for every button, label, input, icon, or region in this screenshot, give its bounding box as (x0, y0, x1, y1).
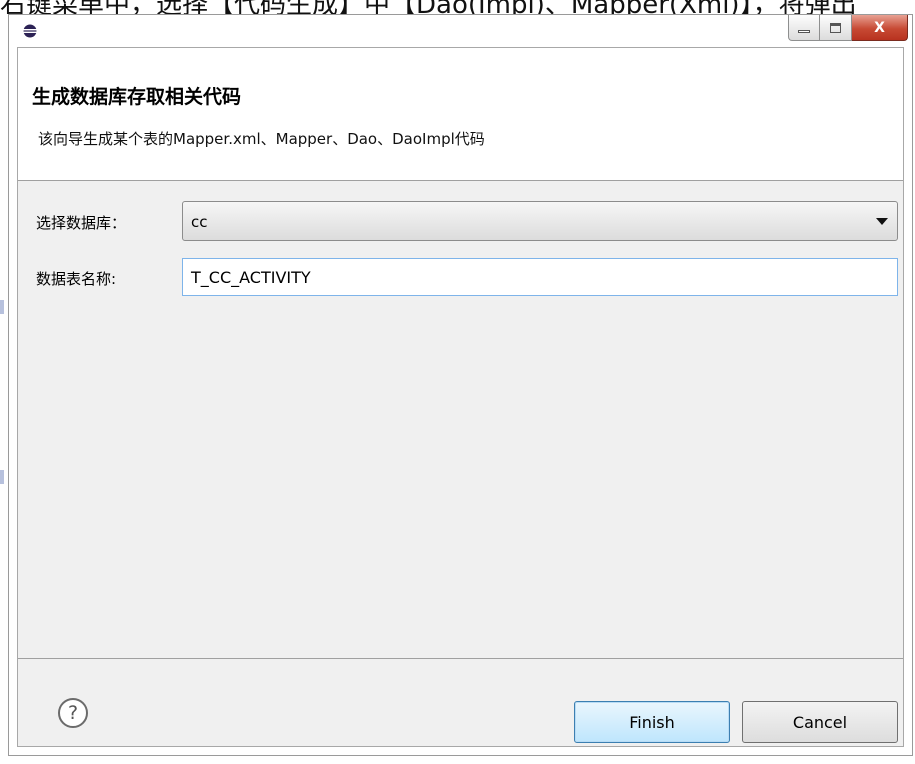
maximize-icon (830, 22, 841, 33)
minimize-icon (798, 30, 810, 33)
finish-button[interactable]: Finish (574, 701, 730, 743)
table-name-value: T_CC_ACTIVITY (191, 268, 311, 287)
edge-artifact (0, 470, 4, 484)
edge-artifact (0, 300, 4, 314)
wizard-title: 生成数据库存取相关代码 (32, 86, 242, 108)
wizard-header: 生成数据库存取相关代码 该向导生成某个表的Mapper.xml、Mapper、D… (18, 48, 903, 181)
database-row: 选择数据库： cc (18, 201, 903, 241)
table-name-input[interactable]: T_CC_ACTIVITY (182, 258, 898, 296)
maximize-button[interactable] (820, 15, 852, 41)
caption-text: 右键菜单中，选择【代码生成】中【Dao(Impl)、Mapper(Xml)】，将… (0, 0, 857, 14)
help-icon: ? (67, 702, 79, 724)
help-button[interactable]: ? (58, 698, 88, 728)
dialog-window: X 生成数据库存取相关代码 该向导生成某个表的Mapper.xml、Mapper… (8, 14, 913, 756)
close-button[interactable]: X (852, 15, 908, 41)
database-select-value: cc (191, 213, 208, 231)
database-label: 选择数据库： (36, 214, 127, 232)
title-bar[interactable]: X (9, 15, 912, 45)
window-controls: X (788, 15, 908, 43)
table-label: 数据表名称: (36, 270, 117, 288)
wizard-description: 该向导生成某个表的Mapper.xml、Mapper、Dao、DaoImpl代码 (38, 130, 485, 148)
cancel-button[interactable]: Cancel (742, 701, 898, 743)
footer-divider (18, 658, 903, 659)
caption-strip: 右键菜单中，选择【代码生成】中【Dao(Impl)、Mapper(Xml)】，将… (0, 0, 915, 14)
table-row: 数据表名称: T_CC_ACTIVITY (18, 258, 903, 298)
dialog-client: 生成数据库存取相关代码 该向导生成某个表的Mapper.xml、Mapper、D… (17, 47, 904, 747)
minimize-button[interactable] (788, 15, 820, 41)
chevron-down-icon[interactable] (876, 218, 888, 225)
database-select[interactable]: cc (182, 201, 898, 241)
eclipse-icon (23, 24, 37, 38)
close-icon: X (874, 19, 885, 36)
